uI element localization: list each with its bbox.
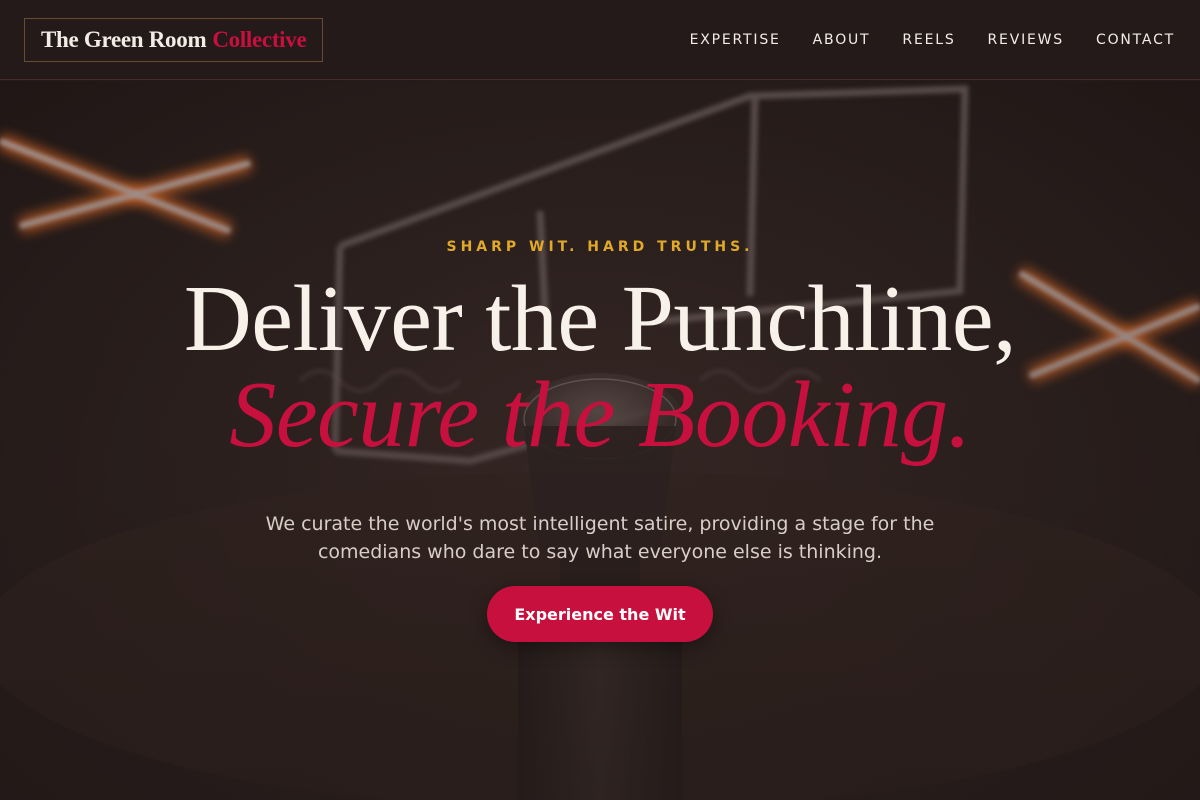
- nav-link-about[interactable]: ABOUT: [813, 32, 871, 48]
- logo-text-main: The Green Room: [41, 27, 207, 52]
- nav-link-reels[interactable]: REELS: [902, 32, 955, 48]
- hero-eyebrow: SHARP WIT. HARD TRUTHS.: [446, 239, 754, 255]
- logo-text-accent: Collective: [212, 27, 307, 52]
- landing-page: The Green Room Collective EXPERTISE ABOU…: [0, 0, 1200, 800]
- headline-line-1: Deliver the Punchline,: [183, 267, 1017, 371]
- hero-subtext: We curate the world's most intelligent s…: [265, 513, 935, 563]
- hero-section: SHARP WIT. HARD TRUTHS. Deliver the Punc…: [0, 81, 1200, 800]
- site-logo[interactable]: The Green Room Collective: [24, 18, 324, 62]
- site-header: The Green Room Collective EXPERTISE ABOU…: [0, 0, 1200, 80]
- nav-link-contact[interactable]: CONTACT: [1096, 32, 1175, 48]
- hero-headline: Deliver the Punchline, Secure the Bookin…: [0, 271, 1200, 463]
- experience-the-wit-button[interactable]: Experience the Wit: [487, 586, 713, 642]
- headline-line-2: Secure the Booking.: [229, 363, 971, 467]
- nav-link-reviews[interactable]: REVIEWS: [988, 32, 1064, 48]
- nav-link-expertise[interactable]: EXPERTISE: [690, 32, 781, 48]
- main-nav: EXPERTISE ABOUT REELS REVIEWS CONTACT: [658, 0, 1175, 80]
